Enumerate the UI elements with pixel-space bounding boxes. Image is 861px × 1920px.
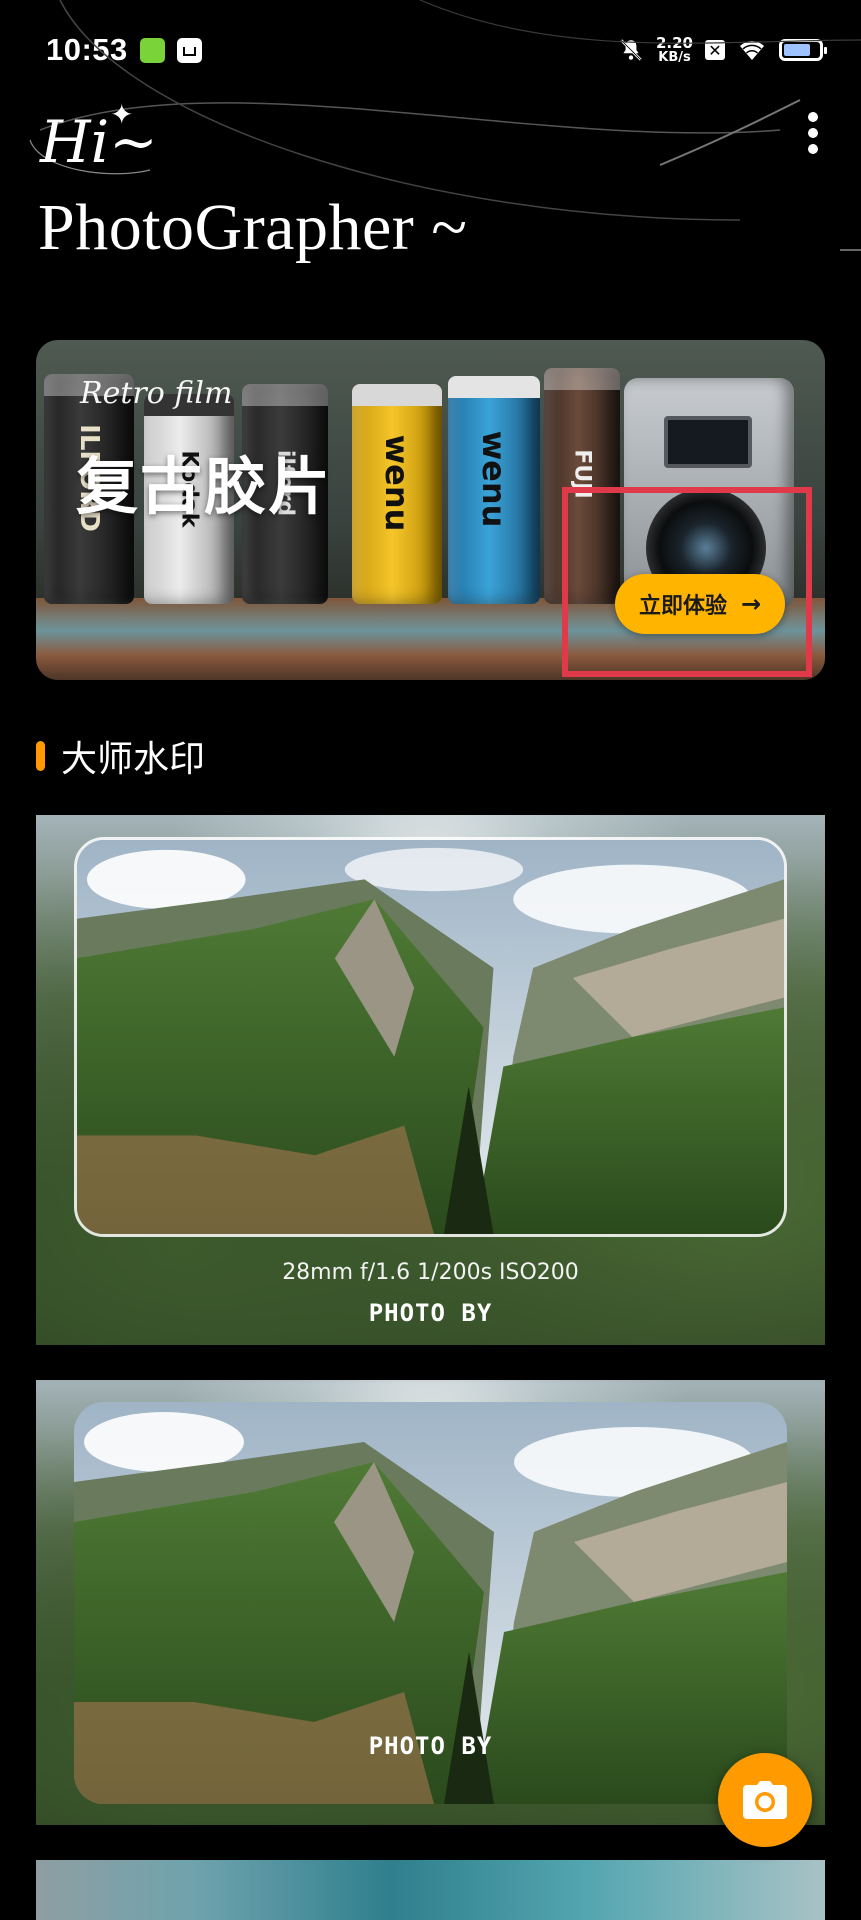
- more-dot-icon: [808, 112, 818, 122]
- banner-subtitle: Retro film: [80, 376, 233, 411]
- section-header: 大师水印: [36, 730, 205, 782]
- retro-film-banner[interactable]: ILFORD Kodak ilford wenu wenu FUJI Retro…: [36, 340, 825, 680]
- watermark-template-card[interactable]: [36, 1860, 825, 1920]
- section-title: 大师水印: [61, 739, 206, 780]
- banner-title: 复古胶片: [76, 450, 333, 523]
- film-can-label: wenu: [378, 434, 416, 532]
- camera-icon: [743, 1781, 787, 1819]
- greeting-hi: Hi~: [40, 108, 158, 176]
- film-can: FUJI: [544, 368, 620, 604]
- page-title: PhotoGrapher ~: [38, 191, 468, 264]
- more-dot-icon: [808, 144, 818, 154]
- film-can-label: wenu: [475, 430, 513, 528]
- photo-by-label: PHOTO BY: [368, 1732, 493, 1760]
- section-accent-bar: [36, 741, 45, 771]
- arrow-right-icon: →: [740, 590, 762, 618]
- more-options-button[interactable]: [785, 105, 841, 161]
- landscape-photo: [74, 837, 787, 1237]
- film-can-label: FUJI: [569, 449, 595, 499]
- film-can: wenu: [448, 376, 540, 604]
- camera-fab-button[interactable]: [718, 1753, 812, 1847]
- more-dot-icon: [808, 128, 818, 138]
- watermark-template-card[interactable]: 28mm f/1.6 1/200s ISO200 PHOTO BY: [36, 815, 825, 1345]
- sparkle-icon: ✦: [110, 98, 134, 131]
- film-can: wenu: [352, 384, 442, 604]
- try-now-label: 立即体验: [638, 594, 727, 619]
- photo-by-label: PHOTO BY: [368, 1299, 493, 1327]
- watermark-template-card[interactable]: PHOTO BY: [36, 1380, 825, 1825]
- camera-viewfinder: [664, 416, 752, 468]
- try-now-button[interactable]: 立即体验 →: [615, 574, 785, 634]
- exif-info: 28mm f/1.6 1/200s ISO200: [282, 1260, 579, 1285]
